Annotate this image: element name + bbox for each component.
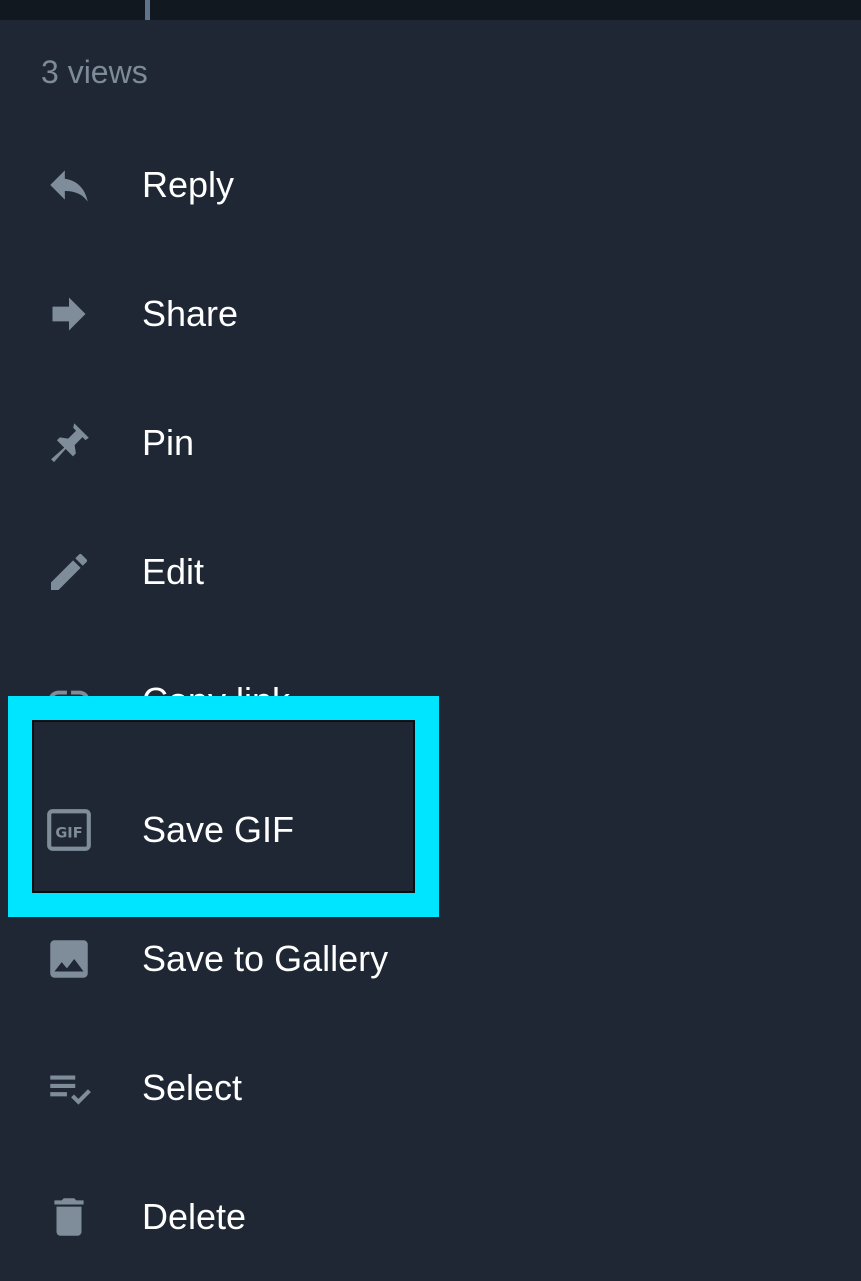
- menu-item-label: Copy link: [142, 679, 291, 721]
- quote-bar: [145, 0, 150, 20]
- menu-item-delete[interactable]: Delete: [0, 1152, 861, 1281]
- menu-item-label: Reply: [142, 163, 235, 205]
- previous-message-strip: [0, 0, 861, 20]
- menu-item-edit[interactable]: Edit: [0, 507, 861, 636]
- gif-icon: GIF: [44, 805, 94, 855]
- trash-icon: [44, 1192, 94, 1242]
- menu-item-save-gif[interactable]: GIF Save GIF: [0, 765, 861, 894]
- message-context-menu: 3 views Reply Share Pin Edit Copy link G…: [0, 20, 861, 1280]
- link-icon: [44, 676, 94, 726]
- menu-item-label: Save GIF: [142, 808, 295, 850]
- views-count: 3 views: [41, 54, 148, 90]
- menu-item-select[interactable]: Select: [0, 1023, 861, 1152]
- select-checklist-icon: [44, 1063, 94, 1113]
- pin-icon: [44, 418, 94, 468]
- pencil-icon: [44, 547, 94, 597]
- reply-icon: [44, 160, 94, 210]
- menu-item-label: Edit: [142, 550, 205, 592]
- menu-item-copy-link[interactable]: Copy link: [0, 636, 861, 765]
- menu-item-share[interactable]: Share: [0, 249, 861, 378]
- menu-item-save-to-gallery[interactable]: Save to Gallery: [0, 894, 861, 1023]
- menu-item-label: Pin: [142, 421, 195, 463]
- share-arrow-icon: [44, 289, 94, 339]
- menu-item-label: Delete: [142, 1195, 247, 1237]
- menu-item-label: Save to Gallery: [142, 937, 389, 979]
- menu-item-reply[interactable]: Reply: [0, 120, 861, 249]
- menu-item-label: Share: [142, 292, 239, 334]
- image-icon: [44, 934, 94, 984]
- menu-item-pin[interactable]: Pin: [0, 378, 861, 507]
- menu-item-label: Select: [142, 1066, 243, 1108]
- svg-text:GIF: GIF: [55, 824, 82, 841]
